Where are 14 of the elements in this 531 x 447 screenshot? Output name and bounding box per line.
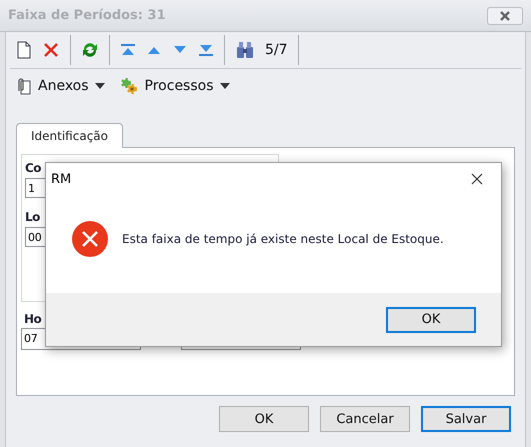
- dialog-title: RM: [51, 172, 72, 186]
- error-message: Esta faixa de tempo já existe neste Local de Estoque.: [122, 232, 444, 246]
- dialog-button[interactable]: OK: [219, 406, 309, 432]
- dialog-button[interactable]: Cancelar: [320, 406, 410, 432]
- field-label: Lo: [25, 210, 40, 224]
- tab[interactable]: Identificação: [16, 123, 123, 148]
- dialog-button[interactable]: Salvar: [421, 406, 511, 432]
- ok-button[interactable]: OK: [386, 306, 476, 332]
- window-title: Faixa de Períodos: 31: [8, 8, 166, 23]
- field-label: Co: [25, 161, 42, 175]
- record-counter: 5/7: [265, 42, 288, 58]
- menu-button[interactable]: Anexos: [14, 77, 105, 95]
- field-label: Ho: [24, 312, 42, 326]
- menu-button[interactable]: Processos: [118, 77, 230, 95]
